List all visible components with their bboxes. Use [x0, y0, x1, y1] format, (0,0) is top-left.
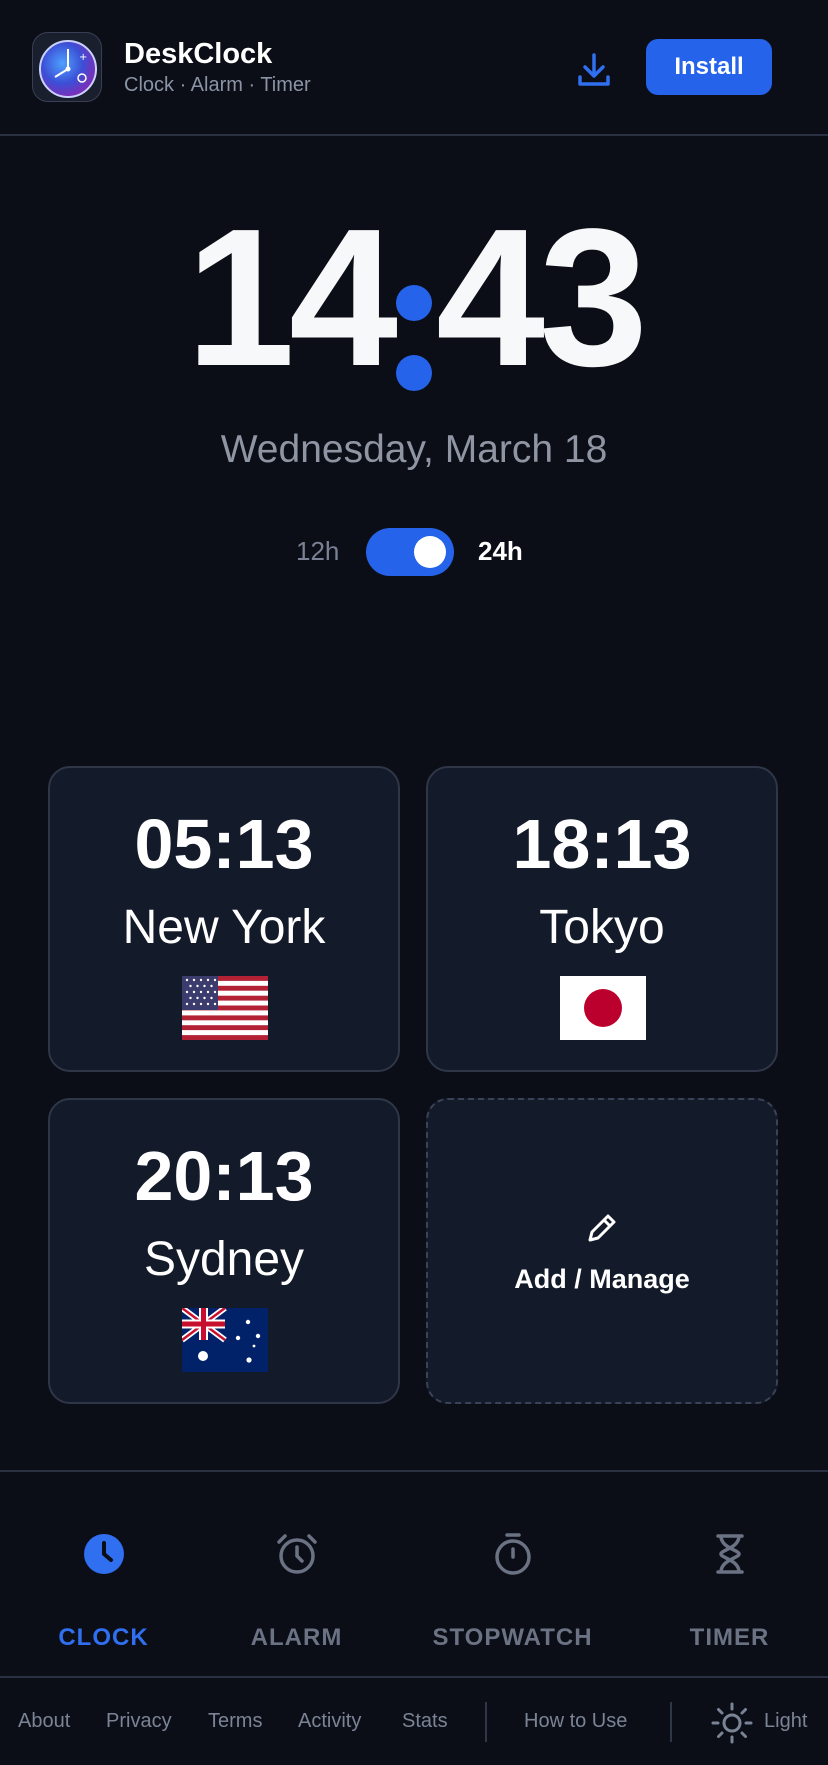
app-name: DeskClock — [124, 38, 273, 70]
time-format-toggle[interactable] — [366, 528, 454, 576]
download-icon — [578, 53, 610, 86]
nav-label: STOPWATCH — [432, 1624, 593, 1651]
pencil-icon — [588, 1214, 616, 1241]
time-minutes: 43 — [436, 188, 648, 407]
jp-flag-icon — [560, 976, 646, 1040]
footer-link-stats[interactable]: Stats — [402, 1710, 448, 1733]
world-clock-card-sydney[interactable]: 20:13 Sydney — [48, 1098, 400, 1404]
svg-text:+: + — [79, 52, 87, 63]
footer-divider — [485, 1702, 487, 1742]
world-clock-time: 05:13 — [134, 805, 314, 883]
time-hours: 14 — [185, 188, 398, 407]
current-time: 14 43 — [0, 200, 828, 396]
app-subtitle: Clock · Alarm · Timer — [124, 74, 311, 96]
nav-tab-timer[interactable]: TIMER — [626, 1472, 828, 1676]
add-manage-card[interactable]: Add / Manage — [426, 1098, 778, 1404]
bottom-navigation: CLOCK ALARM STOPWATCH TIMER — [0, 1470, 828, 1678]
nav-tab-alarm[interactable]: ALARM — [193, 1472, 400, 1676]
world-clock-city: Tokyo — [539, 901, 665, 954]
nav-label: ALARM — [250, 1624, 343, 1651]
us-flag-icon — [182, 976, 268, 1040]
nav-tab-clock[interactable]: CLOCK — [0, 1472, 207, 1676]
download-button[interactable] — [568, 44, 620, 96]
footer-link-how-to-use[interactable]: How to Use — [524, 1710, 627, 1733]
nav-label: TIMER — [689, 1624, 770, 1651]
footer-link-terms[interactable]: Terms — [208, 1710, 262, 1733]
world-clock-time: 20:13 — [134, 1137, 314, 1215]
nav-label: CLOCK — [58, 1624, 149, 1651]
toggle-knob — [414, 536, 446, 568]
world-clock-city: Sydney — [143, 1233, 305, 1286]
world-clock-city: New York — [122, 901, 326, 954]
theme-toggle-label[interactable]: Light — [764, 1710, 807, 1733]
current-date: Wednesday, March 18 — [220, 428, 608, 471]
alarm-icon — [276, 1534, 317, 1574]
time-format-row: 12h 24h — [0, 526, 828, 576]
footer: About Privacy Terms Activity Stats How t… — [0, 1680, 828, 1765]
add-manage-label: Add / Manage — [514, 1263, 690, 1294]
nav-tab-stopwatch[interactable]: STOPWATCH — [409, 1472, 616, 1676]
world-clock-time: 18:13 — [512, 805, 692, 883]
sun-icon[interactable] — [710, 1701, 754, 1745]
clock-icon — [83, 1534, 124, 1574]
footer-link-privacy[interactable]: Privacy — [106, 1710, 172, 1733]
time-colon — [392, 215, 436, 391]
footer-divider — [670, 1702, 672, 1742]
app-header: + DeskClock Clock · Alarm · Timer Instal… — [0, 0, 828, 136]
world-clock-card-new-york[interactable]: 05:13 New York — [48, 766, 400, 1072]
install-button[interactable]: Install — [646, 39, 772, 95]
hourglass-icon — [715, 1534, 744, 1574]
app-logo-icon: + — [32, 32, 102, 102]
footer-link-activity[interactable]: Activity — [298, 1710, 361, 1733]
format-24h-label: 24h — [478, 536, 523, 566]
world-clock-card-tokyo[interactable]: 18:13 Tokyo — [426, 766, 778, 1072]
format-12h-label: 12h — [296, 536, 340, 566]
footer-link-about[interactable]: About — [18, 1710, 70, 1733]
au-flag-icon — [182, 1308, 268, 1372]
stopwatch-icon — [494, 1533, 531, 1575]
